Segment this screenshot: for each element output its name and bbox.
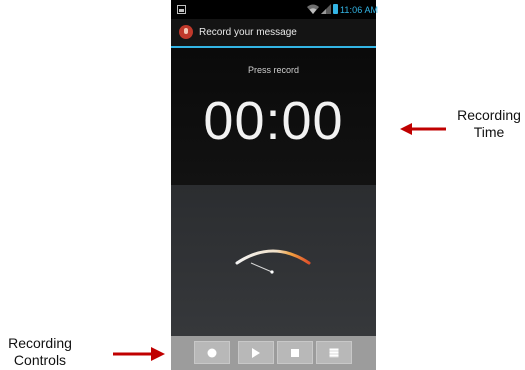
action-bar: Record your message xyxy=(171,19,376,48)
page-title: Record your message xyxy=(199,27,297,38)
gallery-icon xyxy=(177,5,186,14)
callout-time-line2: Time xyxy=(473,124,505,140)
phone-screen: 11:06 AM Record your message Press recor… xyxy=(171,0,379,370)
recorder-status: Press record xyxy=(247,65,300,75)
recording-timer: 00:00 xyxy=(203,91,344,151)
vu-meter-needle xyxy=(250,262,273,273)
play-icon xyxy=(252,347,260,358)
record-button[interactable] xyxy=(194,341,230,364)
status-time: 11:06 AM xyxy=(340,5,379,15)
stop-button[interactable] xyxy=(277,341,313,364)
status-bar: 11:06 AM xyxy=(171,0,379,19)
recording-time-panel: Press record 00:00 xyxy=(171,48,376,185)
callout-controls-line2: Controls xyxy=(13,352,67,368)
arrow-left-icon xyxy=(400,123,446,135)
vu-meter-arc xyxy=(235,249,311,265)
callout-time-line1: Recording xyxy=(457,107,521,123)
play-button[interactable] xyxy=(238,341,274,364)
level-meter-panel xyxy=(171,185,376,336)
callout-controls-line1: Recording xyxy=(8,335,72,351)
record-icon xyxy=(207,348,217,357)
battery-icon xyxy=(333,4,338,14)
recording-controls-callout: Recording Controls xyxy=(0,335,80,369)
list-icon xyxy=(329,348,339,357)
recording-controls xyxy=(171,336,376,370)
recordings-list-button[interactable] xyxy=(316,341,352,364)
wifi-icon xyxy=(307,4,319,14)
vu-meter-pivot xyxy=(270,270,274,274)
stop-icon xyxy=(291,348,299,357)
arrow-right-icon xyxy=(113,347,165,361)
microphone-icon[interactable] xyxy=(179,25,193,39)
recording-time-callout: Recording Time xyxy=(454,107,524,141)
signal-icon xyxy=(321,4,331,14)
vu-meter xyxy=(235,249,311,274)
